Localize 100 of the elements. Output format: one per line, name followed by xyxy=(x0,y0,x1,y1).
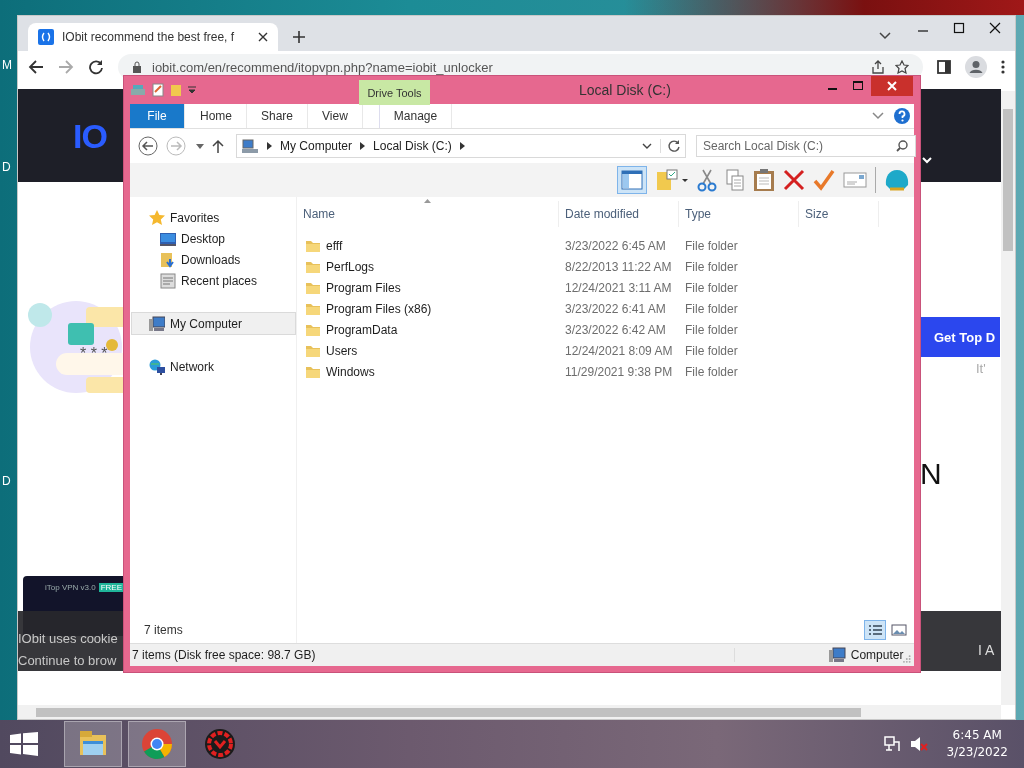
nav-item[interactable]: My Computer xyxy=(131,312,296,335)
url-text: iobit.com/en/recommend/itopvpn.php?name=iobit_unlocker xyxy=(152,59,493,75)
file-name[interactable]: Users xyxy=(326,343,358,358)
share-icon[interactable] xyxy=(871,60,885,74)
close-icon[interactable] xyxy=(989,22,1001,34)
layout-pane-icon[interactable] xyxy=(617,166,647,194)
chevron-down-icon[interactable] xyxy=(879,32,891,40)
dropdown-icon[interactable] xyxy=(642,143,652,149)
scroll-thumb[interactable] xyxy=(36,708,861,717)
star-icon xyxy=(149,209,165,226)
folder-icon xyxy=(305,280,321,295)
computer-icon xyxy=(241,138,259,154)
large-icons-view-icon[interactable] xyxy=(890,622,908,638)
folder-options-icon[interactable] xyxy=(655,168,689,192)
address-field[interactable]: My Computer Local Disk (C:) xyxy=(236,134,686,158)
column-header[interactable]: Date modified xyxy=(559,201,679,227)
file-name[interactable]: Program Files (x86) xyxy=(326,301,432,316)
help-icon[interactable] xyxy=(894,108,910,124)
envelope-icon[interactable] xyxy=(843,171,867,189)
shield-gear-icon xyxy=(203,727,237,761)
refresh-icon[interactable] xyxy=(660,139,681,153)
type-cell-text: File folder xyxy=(684,343,739,358)
page-heading: N xyxy=(920,457,942,491)
scissors-icon[interactable] xyxy=(697,168,717,192)
type-cell-text: File folder xyxy=(684,280,739,295)
lock-icon xyxy=(132,61,142,73)
checkmark-icon[interactable] xyxy=(813,169,835,191)
close-button[interactable] xyxy=(871,76,913,96)
computer-icon xyxy=(149,315,165,332)
star-icon[interactable] xyxy=(895,60,909,74)
date-cell-text: 3/23/2022 6:45 AM xyxy=(564,238,667,253)
cookie-text: IObit uses cookie xyxy=(18,630,118,648)
folder-icon xyxy=(305,322,321,337)
recent-locations-icon[interactable] xyxy=(196,143,204,149)
breadcrumb-item[interactable]: My Computer xyxy=(280,139,353,153)
recent-places-icon xyxy=(160,272,176,289)
cookie-link-text[interactable]: I A xyxy=(978,642,995,658)
windows-logo-icon[interactable] xyxy=(10,732,38,756)
nav-item[interactable]: Favorites xyxy=(130,207,296,228)
cta-button[interactable]: Get Top D xyxy=(920,317,1000,357)
nav-item[interactable]: Desktop xyxy=(130,228,296,249)
reload-icon[interactable] xyxy=(88,59,104,75)
file-name[interactable]: efff xyxy=(326,238,343,253)
clock-date[interactable]: 3/23/2022 xyxy=(946,744,1008,761)
ribbon-tab[interactable]: Share xyxy=(247,104,309,128)
status-location: Computer xyxy=(850,648,904,662)
desktop-icon-label[interactable]: D xyxy=(2,474,11,488)
ribbon-tab[interactable]: Home xyxy=(186,104,247,128)
network-icon[interactable] xyxy=(884,736,901,752)
nav-item[interactable]: Downloads xyxy=(130,249,296,270)
ribbon-tab[interactable]: View xyxy=(308,104,363,128)
drive-tools-label: Drive Tools xyxy=(359,80,430,105)
shell-icon[interactable] xyxy=(884,168,910,192)
ribbon-tab[interactable]: Manage xyxy=(378,104,453,128)
breadcrumb-arrow-icon xyxy=(267,142,272,150)
file-name[interactable]: ProgramData xyxy=(326,322,398,337)
menu-icon[interactable] xyxy=(1001,59,1005,75)
nav-item[interactable]: Recent places xyxy=(130,270,296,291)
nav-item[interactable]: Network xyxy=(130,356,296,377)
column-header[interactable]: Size xyxy=(799,201,879,227)
site-icon xyxy=(38,29,54,45)
vertical-scrollbar[interactable] xyxy=(1001,91,1015,705)
column-header[interactable]: Name xyxy=(297,201,559,227)
network-icon xyxy=(149,358,165,375)
new-tab-icon[interactable] xyxy=(292,30,306,44)
up-arrow-icon[interactable] xyxy=(212,139,224,153)
expand-ribbon-icon[interactable] xyxy=(872,112,884,120)
search-field[interactable]: Search Local Disk (C:) xyxy=(696,135,916,157)
close-icon xyxy=(887,81,897,91)
profile-icon[interactable] xyxy=(965,56,987,78)
close-icon[interactable] xyxy=(258,32,268,42)
date-cell-text: 3/23/2022 6:42 AM xyxy=(564,322,667,337)
free-badge: FREE xyxy=(98,583,125,592)
file-name[interactable]: PerfLogs xyxy=(326,259,375,274)
taskbar-button[interactable] xyxy=(64,721,122,767)
date-cell-text: 12/24/2021 3:11 AM xyxy=(564,280,673,295)
breadcrumb-item[interactable]: Local Disk (C:) xyxy=(373,139,452,153)
volume-muted-icon[interactable] xyxy=(910,736,929,752)
back-icon[interactable] xyxy=(28,59,44,75)
maximize-icon[interactable] xyxy=(953,22,965,34)
folder-icon xyxy=(305,259,321,274)
desktop-icon-label[interactable]: M xyxy=(2,58,12,72)
sidebar-icon[interactable] xyxy=(937,60,951,74)
delete-icon[interactable] xyxy=(783,169,805,191)
desktop-icon-label[interactable]: D xyxy=(2,160,11,174)
column-header[interactable]: Type xyxy=(679,201,799,227)
horizontal-scrollbar[interactable] xyxy=(18,705,1001,719)
properties-icon[interactable] xyxy=(152,83,164,97)
clipboard-icon[interactable] xyxy=(753,168,775,192)
file-name[interactable]: Windows xyxy=(326,364,375,379)
details-view-icon[interactable] xyxy=(864,620,886,640)
back-icon[interactable] xyxy=(138,136,158,156)
clock-time[interactable]: 6:45 AM xyxy=(952,727,1002,744)
computer-icon xyxy=(828,647,847,663)
scroll-thumb[interactable] xyxy=(1003,109,1013,251)
cookie-text: Continue to brow xyxy=(18,652,117,670)
file-name[interactable]: Program Files xyxy=(326,280,401,295)
browser-tab[interactable]: IObit recommend the best free, f xyxy=(28,23,278,51)
masked-password-text: * * * xyxy=(80,345,108,363)
customize-dropdown-icon[interactable] xyxy=(188,86,196,94)
